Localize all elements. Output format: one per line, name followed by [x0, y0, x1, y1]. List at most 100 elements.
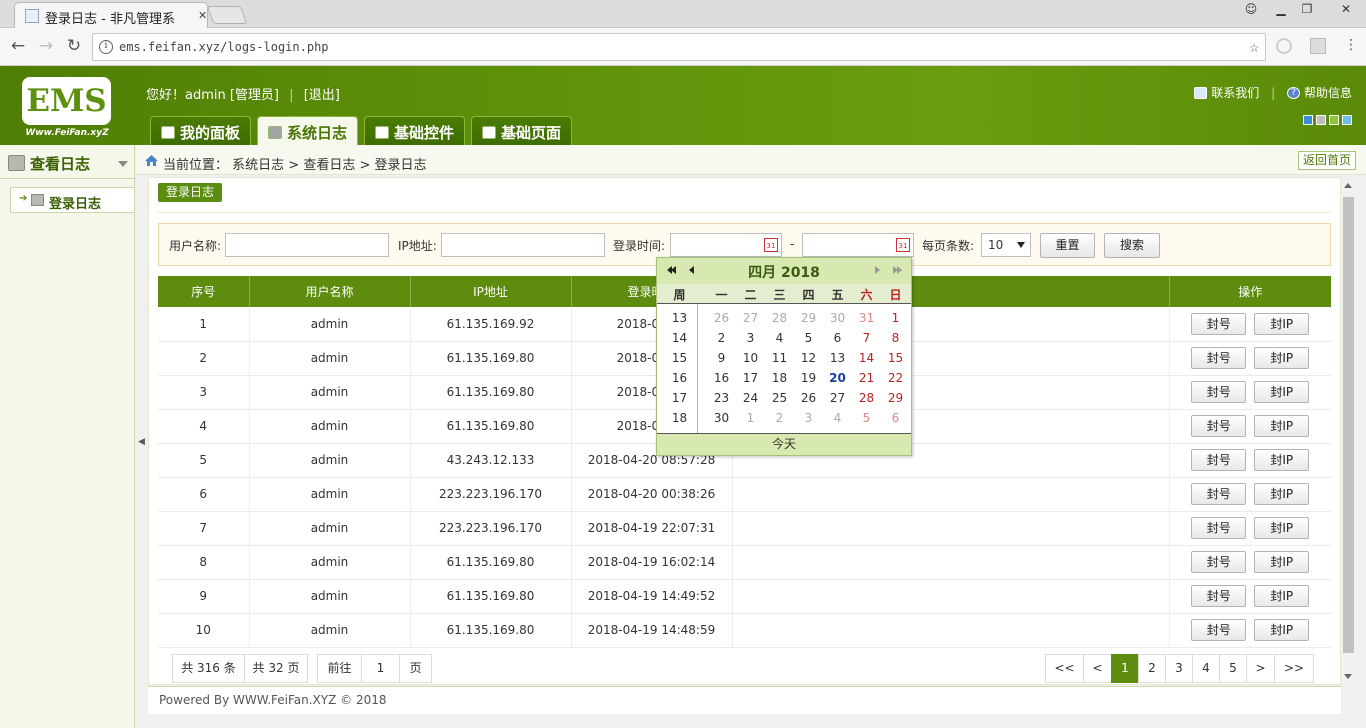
calendar-day[interactable]: 29 [794, 308, 823, 328]
username-input[interactable] [225, 233, 389, 257]
contact-link[interactable]: 联系我们 [1211, 84, 1259, 101]
chevron-down-icon[interactable] [118, 161, 128, 167]
ban-ip-button[interactable]: 封IP [1254, 347, 1310, 369]
calendar-day[interactable]: 5 [852, 408, 881, 428]
ban-account-button[interactable]: 封号 [1191, 415, 1247, 437]
extension-rp-icon[interactable] [1310, 38, 1326, 54]
next-month-icon[interactable] [875, 266, 880, 274]
window-close-button[interactable]: ✕ [1326, 0, 1366, 18]
scrollbar-thumb[interactable] [1343, 197, 1354, 653]
ip-input[interactable] [441, 233, 605, 257]
search-button[interactable]: 搜索 [1104, 233, 1160, 258]
reset-button[interactable]: 重置 [1040, 233, 1095, 258]
page-size-select[interactable]: 10 [981, 233, 1031, 257]
tab-system-logs[interactable]: 系统日志 [257, 116, 359, 145]
page-button-5[interactable]: 5 [1219, 654, 1247, 683]
maximize-button[interactable]: ❐ [1294, 0, 1320, 18]
skin-blue-icon[interactable] [1303, 115, 1313, 125]
sidebar-item-login-logs[interactable]: ➔ 登录日志 [10, 187, 134, 213]
ban-account-button[interactable]: 封号 [1191, 619, 1247, 641]
ban-ip-button[interactable]: 封IP [1254, 483, 1310, 505]
scrollbar[interactable] [1341, 177, 1356, 685]
start-date-input[interactable]: 31 [670, 233, 782, 257]
ban-account-button[interactable]: 封号 [1191, 585, 1247, 607]
ban-account-button[interactable]: 封号 [1191, 449, 1247, 471]
tab-basic-pages[interactable]: 基础页面 [471, 116, 573, 145]
calendar-day[interactable]: 20 [823, 368, 852, 388]
skin-gray-icon[interactable] [1316, 115, 1326, 125]
calendar-day[interactable]: 3 [736, 328, 765, 348]
calendar-day[interactable]: 27 [736, 308, 765, 328]
ban-account-button[interactable]: 封号 [1191, 551, 1247, 573]
next-year-icon-2[interactable] [897, 266, 902, 274]
calendar-day[interactable]: 9 [707, 348, 736, 368]
minimize-button[interactable]: ▁ [1268, 0, 1294, 18]
calendar-title[interactable]: 四月 2018 [657, 262, 911, 282]
calendar-day[interactable]: 1 [881, 308, 910, 328]
tab-close-icon[interactable]: ✕ [198, 9, 207, 22]
sidebar-heading[interactable]: 查看日志 [0, 153, 135, 179]
calendar-day[interactable]: 26 [794, 388, 823, 408]
calendar-day[interactable]: 27 [823, 388, 852, 408]
profile-icon[interactable]: ☺ [1238, 0, 1264, 18]
collapse-sidebar-icon[interactable]: ◀ [138, 437, 145, 447]
next-page-button[interactable]: > [1246, 654, 1275, 683]
calendar-day[interactable]: 1 [736, 408, 765, 428]
calendar-day[interactable]: 28 [765, 308, 794, 328]
calendar-day[interactable]: 10 [736, 348, 765, 368]
tab-basic-controls[interactable]: 基础控件 [364, 116, 466, 145]
ban-ip-button[interactable]: 封IP [1254, 449, 1310, 471]
calendar-day[interactable]: 16 [707, 368, 736, 388]
scroll-up-icon[interactable] [1344, 183, 1352, 188]
browser-tab-active[interactable]: 登录日志 - 非凡管理系 ✕ [14, 2, 208, 29]
forward-icon[interactable]: → [36, 36, 56, 56]
today-button[interactable]: 今天 [657, 433, 911, 455]
calendar-day[interactable]: 31 [852, 308, 881, 328]
ban-ip-button[interactable]: 封IP [1254, 517, 1310, 539]
help-link[interactable]: 帮助信息 [1304, 84, 1352, 101]
calendar-day[interactable]: 2 [707, 328, 736, 348]
reload-icon[interactable]: ↻ [64, 36, 84, 56]
ban-account-button[interactable]: 封号 [1191, 517, 1247, 539]
calendar-day[interactable]: 23 [707, 388, 736, 408]
first-page-button[interactable]: << [1045, 654, 1084, 683]
calendar-day[interactable]: 7 [852, 328, 881, 348]
calendar-day[interactable]: 14 [852, 348, 881, 368]
ban-ip-button[interactable]: 封IP [1254, 551, 1310, 573]
calendar-icon[interactable]: 31 [764, 238, 778, 252]
calendar-day[interactable]: 15 [881, 348, 910, 368]
page-button-4[interactable]: 4 [1192, 654, 1220, 683]
bookmark-star-icon[interactable]: ☆ [1249, 37, 1259, 56]
skin-green-icon[interactable] [1329, 115, 1339, 125]
calendar-day[interactable]: 30 [707, 408, 736, 428]
ban-ip-button[interactable]: 封IP [1254, 381, 1310, 403]
new-tab-button[interactable] [206, 6, 248, 24]
page-button-2[interactable]: 2 [1138, 654, 1166, 683]
calendar-day[interactable]: 25 [765, 388, 794, 408]
calendar-day[interactable]: 11 [765, 348, 794, 368]
calendar-day[interactable]: 28 [852, 388, 881, 408]
calendar-day[interactable]: 13 [823, 348, 852, 368]
ban-account-button[interactable]: 封号 [1191, 347, 1247, 369]
ban-account-button[interactable]: 封号 [1191, 381, 1247, 403]
ban-ip-button[interactable]: 封IP [1254, 312, 1310, 335]
ban-ip-button[interactable]: 封IP [1254, 585, 1310, 607]
calendar-day[interactable]: 3 [794, 408, 823, 428]
logout-link[interactable]: [退出] [304, 88, 340, 103]
ban-account-button[interactable]: 封号 [1191, 483, 1247, 505]
calendar-day[interactable]: 17 [736, 368, 765, 388]
calendar-day[interactable]: 24 [736, 388, 765, 408]
calendar-day[interactable]: 18 [765, 368, 794, 388]
calendar-day[interactable]: 6 [881, 408, 910, 428]
calendar-day[interactable]: 30 [823, 308, 852, 328]
scroll-down-icon[interactable] [1344, 674, 1352, 679]
calendar-day[interactable]: 19 [794, 368, 823, 388]
back-icon[interactable]: ← [8, 36, 28, 56]
tab-my-panel[interactable]: 我的面板 [150, 116, 252, 145]
goto-page-unit[interactable]: 页 [399, 654, 432, 683]
info-icon[interactable]: i [99, 40, 113, 54]
calendar-day[interactable]: 6 [823, 328, 852, 348]
calendar-day[interactable]: 12 [794, 348, 823, 368]
menu-icon[interactable]: ⋮ [1343, 38, 1359, 54]
last-page-button[interactable]: >> [1274, 654, 1314, 683]
